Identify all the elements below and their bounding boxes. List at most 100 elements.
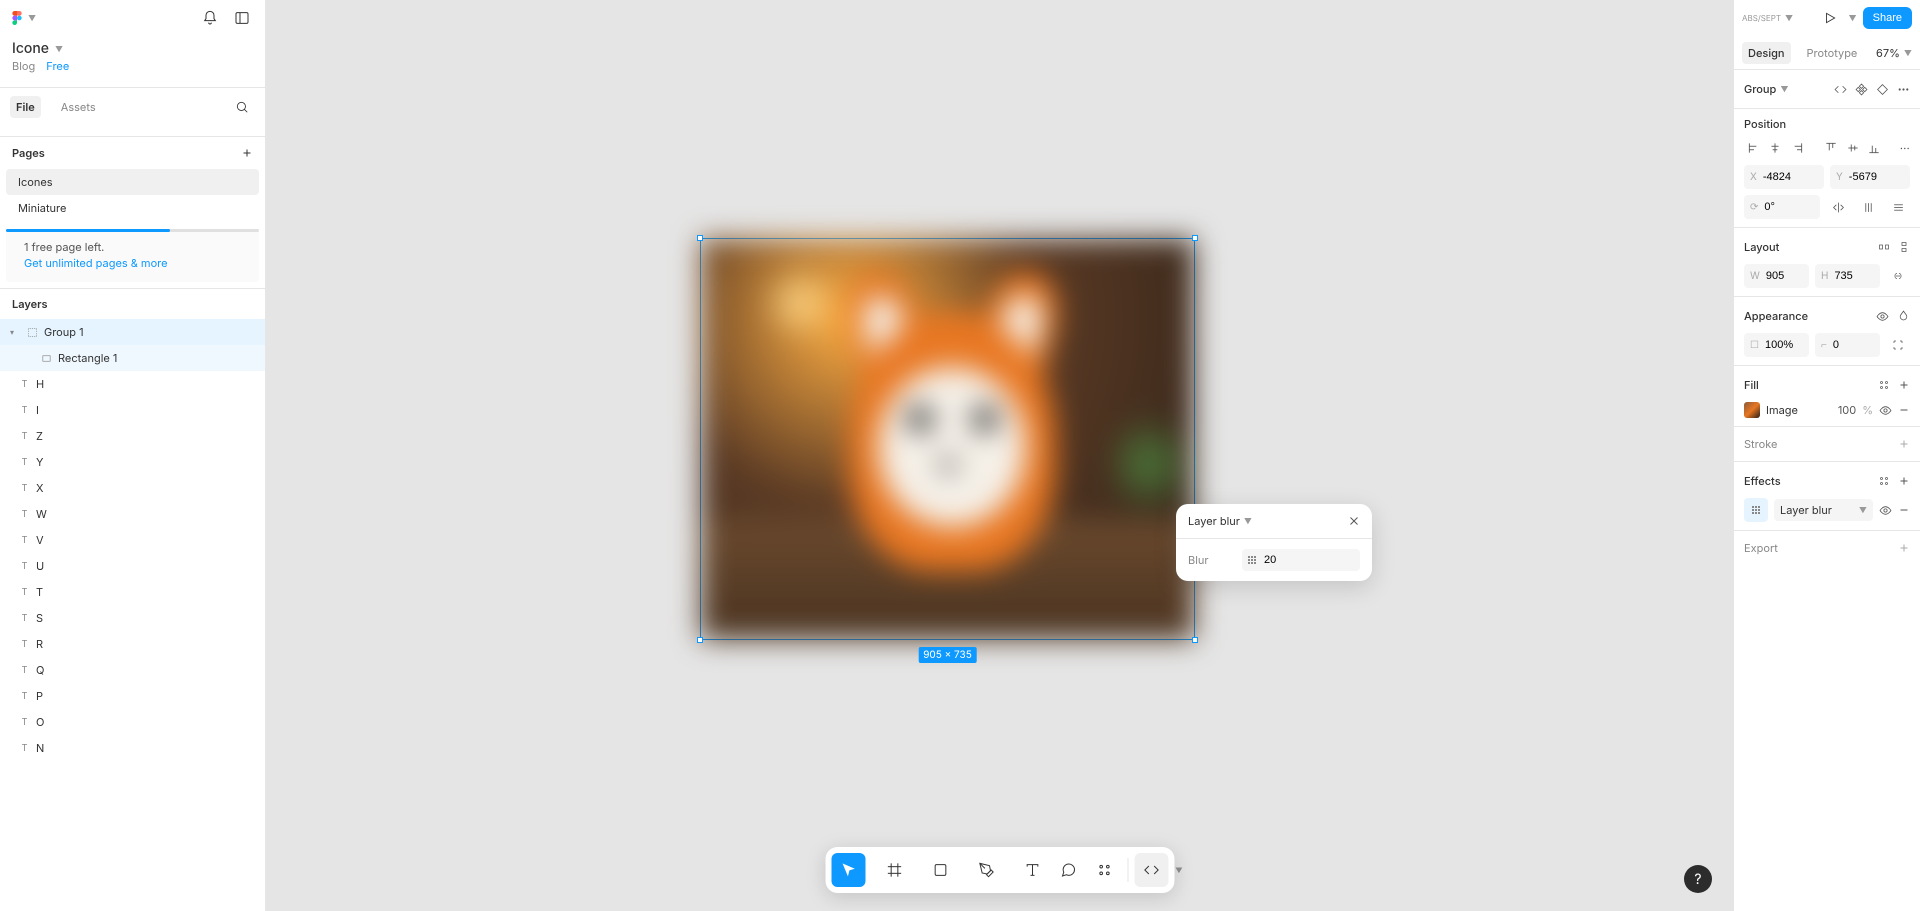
layer-text[interactable]: TH: [0, 371, 265, 397]
effect-settings-button[interactable]: [1744, 498, 1768, 522]
fill-opacity[interactable]: 100: [1826, 403, 1856, 417]
layer-text[interactable]: TP: [0, 683, 265, 709]
constrain-button[interactable]: [1886, 264, 1910, 288]
file-title-row[interactable]: Icone ▼: [12, 40, 253, 57]
layer-text[interactable]: TS: [0, 605, 265, 631]
page-item[interactable]: Miniature: [6, 195, 259, 221]
resize-handle[interactable]: [1192, 637, 1198, 643]
plan-tier[interactable]: Free: [46, 59, 69, 73]
plus-icon[interactable]: [1898, 438, 1910, 450]
blend-icon[interactable]: [1897, 310, 1910, 323]
minus-icon[interactable]: [1898, 504, 1910, 516]
layer-group[interactable]: ▾ Group 1: [0, 319, 265, 345]
resize-handle[interactable]: [697, 235, 703, 241]
blur-value-input[interactable]: [1262, 553, 1354, 567]
user-avatar[interactable]: ABS/SEPT ▼: [1742, 13, 1793, 23]
layer-text[interactable]: TZ: [0, 423, 265, 449]
chevron-down-icon[interactable]: ▼: [1175, 866, 1182, 875]
layer-text[interactable]: TO: [0, 709, 265, 735]
component-icon[interactable]: [1855, 83, 1868, 96]
text-tool[interactable]: [1016, 853, 1050, 887]
more-icon[interactable]: [1899, 142, 1911, 155]
layer-rectangle[interactable]: Rectangle 1: [0, 345, 265, 371]
layer-text[interactable]: TV: [0, 527, 265, 553]
plus-icon[interactable]: [241, 147, 253, 159]
layer-text[interactable]: TT: [0, 579, 265, 605]
width-field[interactable]: W: [1744, 264, 1809, 288]
styles-icon[interactable]: [1878, 475, 1890, 487]
resize-handle[interactable]: [697, 637, 703, 643]
align-bottom[interactable]: [1864, 137, 1884, 159]
plus-icon[interactable]: [1898, 379, 1910, 391]
y-field[interactable]: Y: [1830, 165, 1910, 189]
flip-v-button[interactable]: [1856, 195, 1880, 219]
present-button[interactable]: [1817, 5, 1843, 31]
layer-text[interactable]: TU: [0, 553, 265, 579]
eye-icon[interactable]: [1879, 504, 1892, 517]
frame-tool[interactable]: [878, 853, 912, 887]
minus-icon[interactable]: [1898, 404, 1910, 416]
fill-type[interactable]: Image: [1766, 403, 1820, 417]
flip-h-button[interactable]: [1826, 195, 1850, 219]
zoom-control[interactable]: 67% ▼: [1876, 46, 1912, 60]
selection-type[interactable]: Group ▼: [1744, 82, 1789, 96]
scrub-icon[interactable]: [1248, 556, 1256, 564]
x-field[interactable]: X: [1744, 165, 1824, 189]
autolayout-v-icon[interactable]: [1898, 241, 1910, 253]
upgrade-link[interactable]: Get unlimited pages & more: [24, 256, 247, 270]
effect-type-select[interactable]: Layer blur ▼: [1774, 499, 1873, 521]
pages-header[interactable]: Pages: [0, 137, 265, 169]
chevron-down-icon[interactable]: ▼: [1849, 13, 1857, 23]
rotation-field[interactable]: ⟳: [1744, 195, 1820, 219]
shape-tool[interactable]: [924, 853, 958, 887]
align-left[interactable]: [1744, 137, 1764, 159]
layer-text[interactable]: TW: [0, 501, 265, 527]
height-field[interactable]: H: [1815, 264, 1880, 288]
layers-header[interactable]: Layers: [0, 288, 265, 319]
eye-icon[interactable]: [1879, 404, 1892, 417]
layer-text[interactable]: TI: [0, 397, 265, 423]
plus-icon[interactable]: [1898, 475, 1910, 487]
fill-swatch[interactable]: [1744, 402, 1760, 418]
layer-text[interactable]: TQ: [0, 657, 265, 683]
radius-field[interactable]: ⌐: [1815, 333, 1880, 357]
align-right[interactable]: [1787, 137, 1807, 159]
selection-frame[interactable]: 905 × 735: [700, 238, 1195, 640]
popover-title-dropdown[interactable]: Layer blur ▼: [1188, 514, 1252, 528]
corners-button[interactable]: [1886, 333, 1910, 357]
actions-tool[interactable]: [1088, 853, 1122, 887]
page-item[interactable]: Icones: [6, 169, 259, 195]
align-top[interactable]: [1821, 137, 1841, 159]
tab-file[interactable]: File: [10, 96, 41, 118]
notifications-button[interactable]: [197, 5, 223, 31]
blur-input-wrap[interactable]: [1242, 549, 1360, 571]
eye-icon[interactable]: [1876, 310, 1889, 323]
opacity-field[interactable]: ☐: [1744, 333, 1809, 357]
comment-tool[interactable]: [1052, 853, 1086, 887]
tab-prototype[interactable]: Prototype: [1801, 42, 1864, 64]
styles-icon[interactable]: [1878, 379, 1890, 391]
devmode-tool[interactable]: [1135, 853, 1169, 887]
layer-text[interactable]: TN: [0, 735, 265, 761]
project-name[interactable]: Blog: [12, 59, 35, 73]
tab-assets[interactable]: Assets: [55, 96, 102, 118]
layer-text[interactable]: TX: [0, 475, 265, 501]
main-menu[interactable]: ▼: [10, 11, 36, 25]
help-button[interactable]: ?: [1684, 865, 1712, 893]
more-transform-button[interactable]: [1886, 195, 1910, 219]
layer-text[interactable]: TY: [0, 449, 265, 475]
canvas[interactable]: 905 × 735 Layer blur ▼ Blur ▼: [266, 0, 1734, 911]
pen-tool[interactable]: [970, 853, 1004, 887]
align-vcenter[interactable]: [1843, 137, 1863, 159]
panel-toggle-button[interactable]: [229, 5, 255, 31]
instance-icon[interactable]: [1876, 83, 1889, 96]
more-icon[interactable]: [1897, 83, 1910, 96]
move-tool[interactable]: [832, 853, 866, 887]
code-icon[interactable]: [1834, 83, 1847, 96]
share-button[interactable]: Share: [1863, 7, 1912, 29]
autolayout-h-icon[interactable]: [1878, 241, 1890, 253]
resize-handle[interactable]: [1192, 235, 1198, 241]
close-icon[interactable]: [1348, 515, 1360, 527]
plus-icon[interactable]: [1898, 542, 1910, 554]
layer-text[interactable]: TR: [0, 631, 265, 657]
